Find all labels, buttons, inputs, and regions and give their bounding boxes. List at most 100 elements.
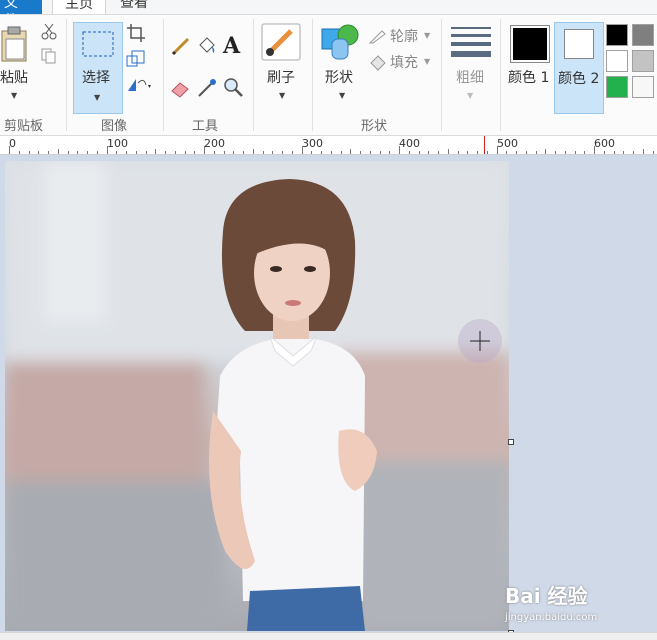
ruler-tick [594,146,595,154]
ruler-tick [213,151,215,154]
outline-dropdown-icon[interactable]: ▼ [424,31,430,40]
palette-swatch-black[interactable] [606,24,628,46]
ruler-tick [447,149,449,154]
ruler-tick [506,151,508,154]
fill-icon[interactable] [368,53,388,71]
ruler-tick [516,151,517,154]
ruler-tick [184,151,186,154]
shapes-group-label: 形状 [361,119,388,134]
shapes-icon[interactable] [320,23,362,61]
color1-swatch [510,25,550,63]
text-icon[interactable]: A [223,33,240,59]
watermark-url: jingyan.baidu.com [505,612,598,623]
ruler-tick [428,151,430,154]
ruler-tick [145,151,147,154]
rotate-icon[interactable] [126,75,154,95]
size-lines-icon[interactable] [450,25,492,59]
ruler-tick [525,151,527,154]
color1-label: 颜色 1 [508,70,550,86]
group-divider [66,19,67,131]
tools-group-label: 工具 [192,119,219,134]
color-picker-icon[interactable] [196,77,218,99]
tab-home[interactable]: 主页 [52,0,106,15]
ruler-tick [87,151,88,154]
canvas-resize-handle[interactable] [508,439,514,445]
size-button-label[interactable]: 粗细 [456,67,484,87]
resize-icon[interactable] [126,49,146,69]
portrait-photo [5,161,509,631]
ruler-label: 200 [204,137,225,150]
ruler-tick [67,151,69,154]
horizontal-ruler: 0 100 200 300 400 500 600 [0,136,657,155]
eraser-icon[interactable] [170,77,192,99]
select-button[interactable]: 选择 ▼ [73,22,123,114]
palette-swatch-white[interactable] [606,50,628,72]
group-divider [312,19,313,131]
paste-button-label[interactable]: 粘贴 [0,67,28,87]
image-group-label: 图像 [101,119,128,134]
brushes-button-label[interactable]: 刷子 [267,67,295,87]
ruler-tick [603,151,605,154]
fill-dropdown-icon[interactable]: ▼ [424,57,430,66]
ruler-tick [165,151,166,154]
paste-dropdown-icon[interactable]: ▼ [11,91,17,100]
ruler-tick [477,151,478,154]
outline-label[interactable]: 轮廓 [390,26,418,46]
ruler-tick [457,151,459,154]
ruler-label: 0 [9,137,16,150]
pencil-icon[interactable] [170,35,192,57]
color2-swatch [564,29,594,59]
ruler-tick [204,146,205,154]
ruler-tick [360,151,361,154]
ruler-tick [633,151,634,154]
ruler-tick [574,151,576,154]
fill-label[interactable]: 填充 [390,52,418,72]
group-divider [500,19,501,131]
brushes-dropdown-icon[interactable]: ▼ [279,91,285,100]
ruler-tick [321,151,322,154]
tab-view[interactable]: 查看 [108,0,162,14]
ruler-tick [438,151,439,154]
tab-file[interactable]: 文件 [0,0,42,29]
ruler-tick [418,151,420,154]
ruler-tick [291,151,293,154]
magnifier-icon[interactable] [223,77,245,99]
ruler-tick [282,151,283,154]
brush-icon[interactable] [261,23,301,61]
crop-icon[interactable] [126,23,146,43]
canvas-image[interactable] [5,161,509,631]
ruler-tick [301,146,303,154]
size-dropdown-icon[interactable]: ▼ [467,91,473,100]
ruler-tick [18,151,20,154]
palette-swatch-green[interactable] [606,76,628,98]
palette-swatch-gray[interactable] [632,24,654,46]
shapes-button-label[interactable]: 形状 [325,67,353,87]
select-dropdown-icon[interactable]: ▼ [94,93,100,102]
ruler-label: 500 [497,137,518,150]
ruler-tick [77,151,79,154]
ruler-label: 300 [302,137,323,150]
canvas-workspace[interactable] [0,155,657,639]
shapes-dropdown-icon[interactable]: ▼ [339,91,345,100]
ruler-tick [564,151,566,154]
group-divider [163,19,164,131]
cut-icon[interactable] [40,23,58,41]
paste-icon[interactable] [0,25,30,63]
ruler-tick [106,146,108,154]
group-divider [441,19,442,131]
palette-swatch-white-2[interactable] [632,76,654,98]
ruler-tick [116,151,118,154]
color2-button[interactable]: 颜色 2 [554,22,604,114]
select-rect-icon [82,31,114,57]
ruler-tick [194,151,196,154]
outline-icon[interactable] [368,27,388,45]
fill-bucket-icon[interactable] [196,35,218,57]
ruler-tick [399,146,400,154]
ruler-tick [272,151,274,154]
watermark-brand: Bai 经验 [505,584,588,608]
copy-icon[interactable] [40,47,58,65]
ruler-tick [389,151,391,154]
ruler-tick [340,151,342,154]
ruler-tick [155,149,157,154]
palette-swatch-light-gray[interactable] [632,50,654,72]
